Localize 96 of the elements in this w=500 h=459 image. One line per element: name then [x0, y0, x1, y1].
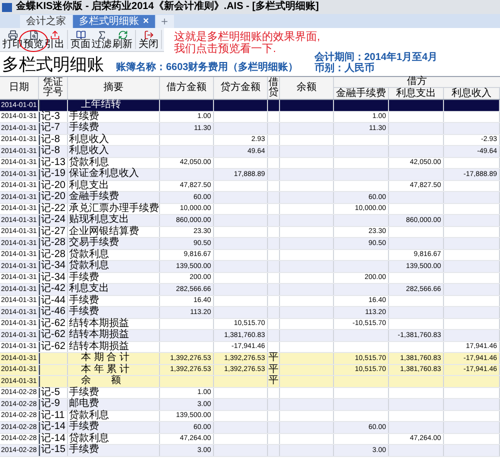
table-cell: 手续费: [69, 445, 99, 456]
table-cell: 记-62: [41, 330, 66, 340]
document-search-icon: [28, 30, 38, 40]
table-cell: 利息支出: [69, 180, 109, 191]
table-cell: 记-19: [41, 169, 66, 180]
table-cell: 记-14: [41, 422, 66, 432]
column-header: 借方金额: [166, 83, 206, 93]
table-cell: 贴现利息支出: [69, 215, 129, 226]
table-cell: 记-62: [41, 318, 66, 329]
new-tab-button[interactable]: [156, 15, 174, 28]
table-cell: 利息收入: [69, 134, 109, 145]
printer-icon: [8, 30, 18, 40]
table-cell-text: 本 期 合 计: [80, 353, 130, 364]
table-cell: 金融手续费: [69, 192, 119, 202]
table-cell: 手续费: [69, 388, 99, 398]
table-cell: 记-20: [41, 180, 66, 191]
table-cell: 记-5: [41, 388, 60, 398]
close-icon[interactable]: ×: [143, 16, 149, 26]
table-cell: 记-14: [41, 434, 66, 444]
table-cell: 记-3: [41, 112, 60, 122]
app-icon: [2, 2, 12, 12]
table-cell: 利息支出: [69, 284, 109, 294]
table-cell: 手续费: [69, 112, 99, 122]
table-cell: 记-11: [41, 410, 65, 421]
upload-icon: [50, 30, 60, 40]
table-cell: 记-34: [41, 261, 66, 272]
table-cell: 记-22: [41, 204, 66, 214]
table-cell: 交易手续费: [69, 238, 119, 248]
column-header: 利息收入: [452, 88, 492, 98]
table-cell: 平: [268, 353, 278, 364]
table-cell: 记-9: [41, 399, 60, 410]
table-cell: 手续费: [69, 422, 99, 432]
table-cell: 贷款利息: [69, 261, 109, 272]
report-title: 多栏式明细账: [2, 57, 104, 74]
table-cell: 贷款利息: [69, 410, 109, 421]
account-name: 账簿名称：6603财务费用（多栏明细账）: [116, 63, 298, 73]
plus-icon[interactable]: [160, 17, 170, 26]
table-cell: 记-27: [41, 226, 66, 237]
table-cell: 记-13: [41, 158, 66, 168]
book-icon: [76, 30, 86, 40]
tab[interactable]: 多栏式明细账 ×: [73, 15, 155, 28]
table-cell: 手续费: [69, 296, 99, 306]
table-cell: 手续费: [69, 272, 99, 283]
table-cell-text: 余 额: [80, 376, 121, 386]
table-cell: 手续费: [69, 307, 99, 318]
toolbar-button[interactable]: 页面: [70, 28, 91, 51]
currency-label: 币别：人民币: [314, 63, 376, 74]
table-cell: 贷款利息: [69, 158, 109, 168]
table-cell: 记-8: [41, 134, 60, 145]
table-cell: 记-28: [41, 250, 66, 260]
table-cell: 记-8: [41, 146, 60, 156]
table-cell: 邮电费: [69, 399, 99, 410]
table-cell: 记-7: [41, 123, 60, 134]
table-cell: 平: [268, 376, 278, 386]
annotation: 这就是多栏明细账的效果界面, 我们点击预览看一下.: [174, 31, 320, 52]
period-label: 会计期间：2014年1月至4月: [314, 52, 438, 63]
table-cell-text: 本 年 累 计: [80, 364, 130, 375]
column-header: 借贷: [268, 78, 278, 98]
table-cell: 记-15: [41, 445, 66, 456]
window-title: 金蝶KIS迷你版 - 启荣药业2014《新会计准则》.AIS - [多栏式明细账]: [16, 2, 319, 12]
table-cell: 结转本期损益: [69, 330, 129, 340]
table-cell: 记-44: [41, 296, 66, 306]
table-cell: 平: [268, 364, 278, 375]
tab[interactable]: 会计之家: [20, 15, 72, 28]
toolbar-button[interactable]: 预览: [23, 28, 44, 51]
table-cell: 记-20: [41, 192, 66, 202]
table-cell: 结转本期损益: [69, 342, 129, 352]
column-group-header: 借方: [407, 77, 427, 87]
table-cell: 记-28: [41, 238, 66, 248]
toolbar-button[interactable]: 过滤: [91, 28, 112, 51]
table-cell: 记-34: [41, 272, 66, 283]
column-header: 利息支出: [396, 88, 436, 98]
table-cell: 记-46: [41, 307, 66, 318]
column-header: 余额: [296, 83, 316, 93]
table-cell: 记-24: [41, 215, 66, 226]
toolbar-button[interactable]: 刷新: [112, 28, 133, 51]
column-header: 摘要: [104, 83, 124, 93]
table-cell: 企业网银结算费: [69, 226, 139, 237]
table-cell: 贷款利息: [69, 434, 109, 444]
column-header: 金融手续费: [336, 88, 386, 98]
table-cell: 承兑汇票办理手续费: [69, 204, 159, 214]
table-cell: 贷款利息: [69, 250, 109, 260]
table-cell-text: 上年结转: [80, 100, 121, 110]
column-header: 贷方金额: [220, 83, 260, 93]
table-cell: 手续费: [69, 123, 99, 134]
column-header: 凭证字号: [43, 78, 63, 98]
exit-icon: [144, 30, 154, 40]
refresh-icon: [118, 30, 128, 40]
toolbar-button[interactable]: 关闭: [138, 28, 159, 51]
table-cell: 结转本期损益: [69, 318, 129, 329]
sigma-icon: [96, 30, 106, 40]
column-header: 日期: [9, 83, 29, 93]
table-cell: 利息收入: [69, 146, 109, 156]
table-cell: 记-62: [41, 342, 66, 352]
table-cell: 记-42: [41, 284, 66, 294]
table-cell: 保证金利息收入: [69, 169, 139, 180]
